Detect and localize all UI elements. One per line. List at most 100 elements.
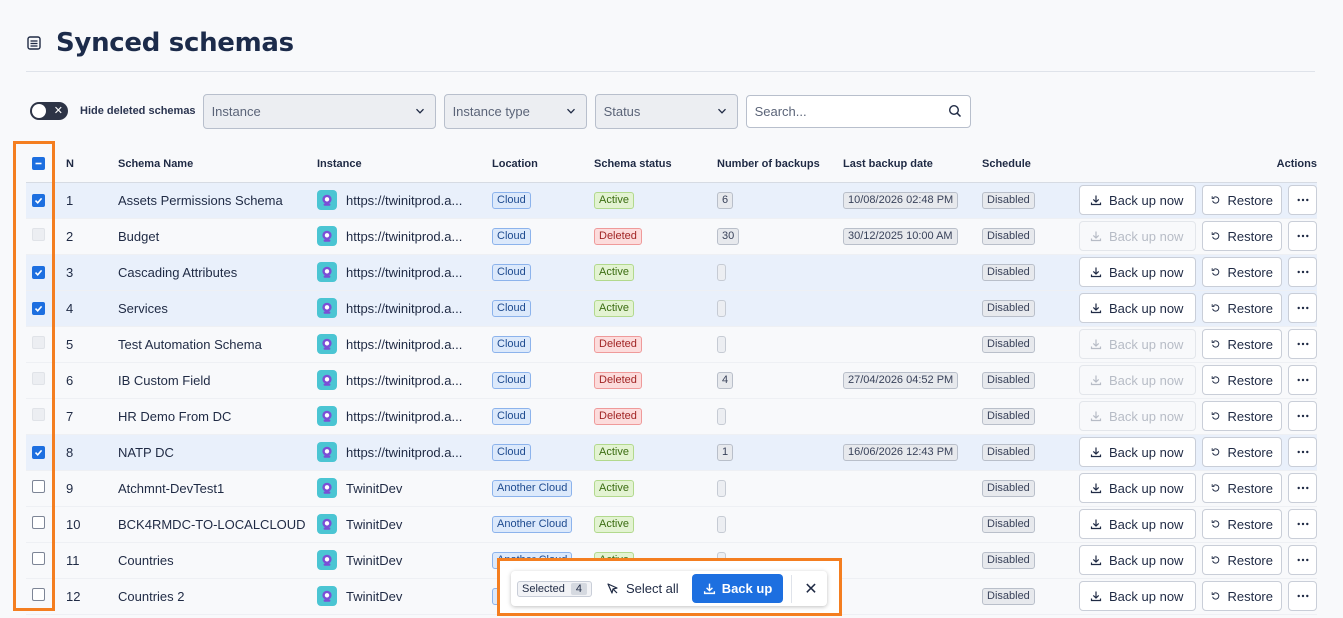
hide-deleted-toggle[interactable]: ✕ [30,102,68,120]
schema-name: Assets Permissions Schema [118,182,317,218]
table-row[interactable]: 3 Cascading Attributes https://twinitprod.… [26,254,1317,290]
more-options-icon [1297,198,1308,202]
restore-icon [1211,268,1220,276]
back-up-now-button[interactable]: Back up now [1079,473,1196,503]
more-actions-button[interactable] [1288,509,1317,539]
col-header-status[interactable]: Schema status [594,146,717,183]
schema-name: BCK4RMDC-TO-LOCALCLOUD [118,516,306,532]
backups-cell: 1 [717,434,843,470]
row-checkbox[interactable] [32,301,45,315]
restore-button[interactable]: Restore [1202,365,1282,395]
row-checkbox[interactable] [32,480,45,493]
row-checkbox[interactable] [32,516,45,529]
more-actions-button[interactable] [1288,365,1317,395]
last-backup-date: 27/04/2026 04:52 PM [843,372,959,389]
instance-filter[interactable]: Instance [202,93,436,129]
download-icon [1090,483,1102,494]
header-divider [26,71,1315,72]
table-row[interactable]: 7 HR Demo From DC https://twinitprod.a... C… [26,398,1317,434]
select-all-checkbox[interactable] [32,156,45,170]
restore-button[interactable]: Restore [1202,293,1282,323]
restore-button[interactable]: Restore [1202,401,1282,431]
restore-button[interactable]: Restore [1202,437,1282,467]
schema-name: Countries 2 [118,588,185,604]
instance-cell: https://twinitprod.a... [317,290,492,326]
instance-name: https://twinitprod.a... [346,228,463,244]
close-icon[interactable]: ✕ [804,579,817,599]
back-up-now-button[interactable]: Back up now [1079,545,1196,575]
instance-avatar [317,370,337,390]
more-actions-button[interactable] [1288,185,1317,215]
row-number: 10 [66,516,81,532]
instance-cell: TwinitDev [317,506,492,542]
instance-type-filter[interactable]: Instance type [443,93,587,129]
col-header-location[interactable]: Location [492,146,594,183]
restore-button[interactable]: Restore [1202,545,1282,575]
table-row[interactable]: 8 NATP DC https://twinitprod.a... Cloud Acti… [26,434,1317,470]
more-actions-button[interactable] [1288,293,1317,323]
restore-button[interactable]: Restore [1202,473,1282,503]
table-row[interactable]: 1 Assets Permissions Schema https://twinit… [26,182,1317,218]
table-row[interactable]: 9 Atchmnt-DevTest1 TwinitDev Another Cloud A… [26,470,1317,506]
status-filter[interactable]: Status [594,93,738,129]
search-input[interactable]: Search... [745,94,971,128]
last-backup-cell: 16/06/2026 12:43 PM [843,434,982,470]
col-header-schedule[interactable]: Schedule [982,146,1066,183]
col-header-name[interactable]: Schema Name [118,146,317,183]
back-up-now-button[interactable]: Back up now [1079,509,1196,539]
table-row[interactable]: 2 Budget https://twinitprod.a... Cloud Delet… [26,218,1317,254]
row-checkbox[interactable] [32,193,45,207]
restore-button[interactable]: Restore [1202,509,1282,539]
restore-button[interactable]: Restore [1202,185,1282,215]
restore-button[interactable]: Restore [1202,581,1282,611]
status-badge: Active [594,552,634,569]
restore-button[interactable]: Restore [1202,257,1282,287]
restore-button[interactable]: Restore [1202,329,1282,359]
restore-label: Restore [1227,516,1273,532]
more-actions-button[interactable] [1288,545,1317,575]
more-actions-button[interactable] [1288,329,1317,359]
more-actions-button[interactable] [1288,437,1317,467]
more-actions-button[interactable] [1288,401,1317,431]
row-checkbox[interactable] [32,445,45,459]
more-actions-button[interactable] [1288,257,1317,287]
back-up-now-button[interactable]: Back up now [1079,257,1196,287]
table-row[interactable]: 6 IB Custom Field https://twinitprod.a... C… [26,362,1317,398]
more-actions-button[interactable] [1288,221,1317,251]
row-checkbox[interactable] [32,552,45,565]
restore-label: Restore [1227,444,1273,460]
schema-list-icon [27,36,41,50]
select-all-button[interactable]: Select all [606,581,679,596]
status-cell: Active [594,470,717,506]
row-checkbox[interactable] [32,265,45,279]
bulk-backup-button[interactable]: Back up [691,574,784,603]
status-cell: Active [594,290,717,326]
table-row[interactable]: 4 Services https://twinitprod.a... Cloud Act… [26,290,1317,326]
more-options-icon [1297,342,1308,346]
instance-cell: https://twinitprod.a... [317,254,492,290]
back-up-now-button[interactable]: Back up now [1079,185,1196,215]
back-up-now-button[interactable]: Back up now [1079,581,1196,611]
more-actions-button[interactable] [1288,581,1317,611]
col-header-last-backup[interactable]: Last backup date [843,146,982,183]
restore-icon [1211,484,1220,492]
instance-avatar-icon [322,338,332,350]
backups-cell [717,506,843,542]
status-cell: Active [594,506,717,542]
col-header-backups[interactable]: Number of backups [717,146,843,183]
back-up-now-button[interactable]: Back up now [1079,293,1196,323]
col-header-n[interactable]: N [54,146,118,183]
hide-deleted-label: Hide deleted schemas [80,105,196,117]
restore-button[interactable]: Restore [1202,221,1282,251]
more-actions-button[interactable] [1288,473,1317,503]
table-row[interactable]: 10 BCK4RMDC-TO-LOCALCLOUD TwinitDev Another… [26,506,1317,542]
table-row[interactable]: 5 Test Automation Schema https://twinitpro… [26,326,1317,362]
table-header-row: N Schema Name Instance Location Schema s… [26,146,1317,183]
col-header-instance[interactable]: Instance [317,146,492,183]
instance-cell: https://twinitprod.a... [317,326,492,362]
actions-cell: Back up now Restore [1066,506,1317,542]
indeterminate-icon [35,162,42,165]
restore-label: Restore [1227,300,1273,316]
back-up-now-button[interactable]: Back up now [1079,437,1196,467]
row-checkbox[interactable] [32,588,45,601]
